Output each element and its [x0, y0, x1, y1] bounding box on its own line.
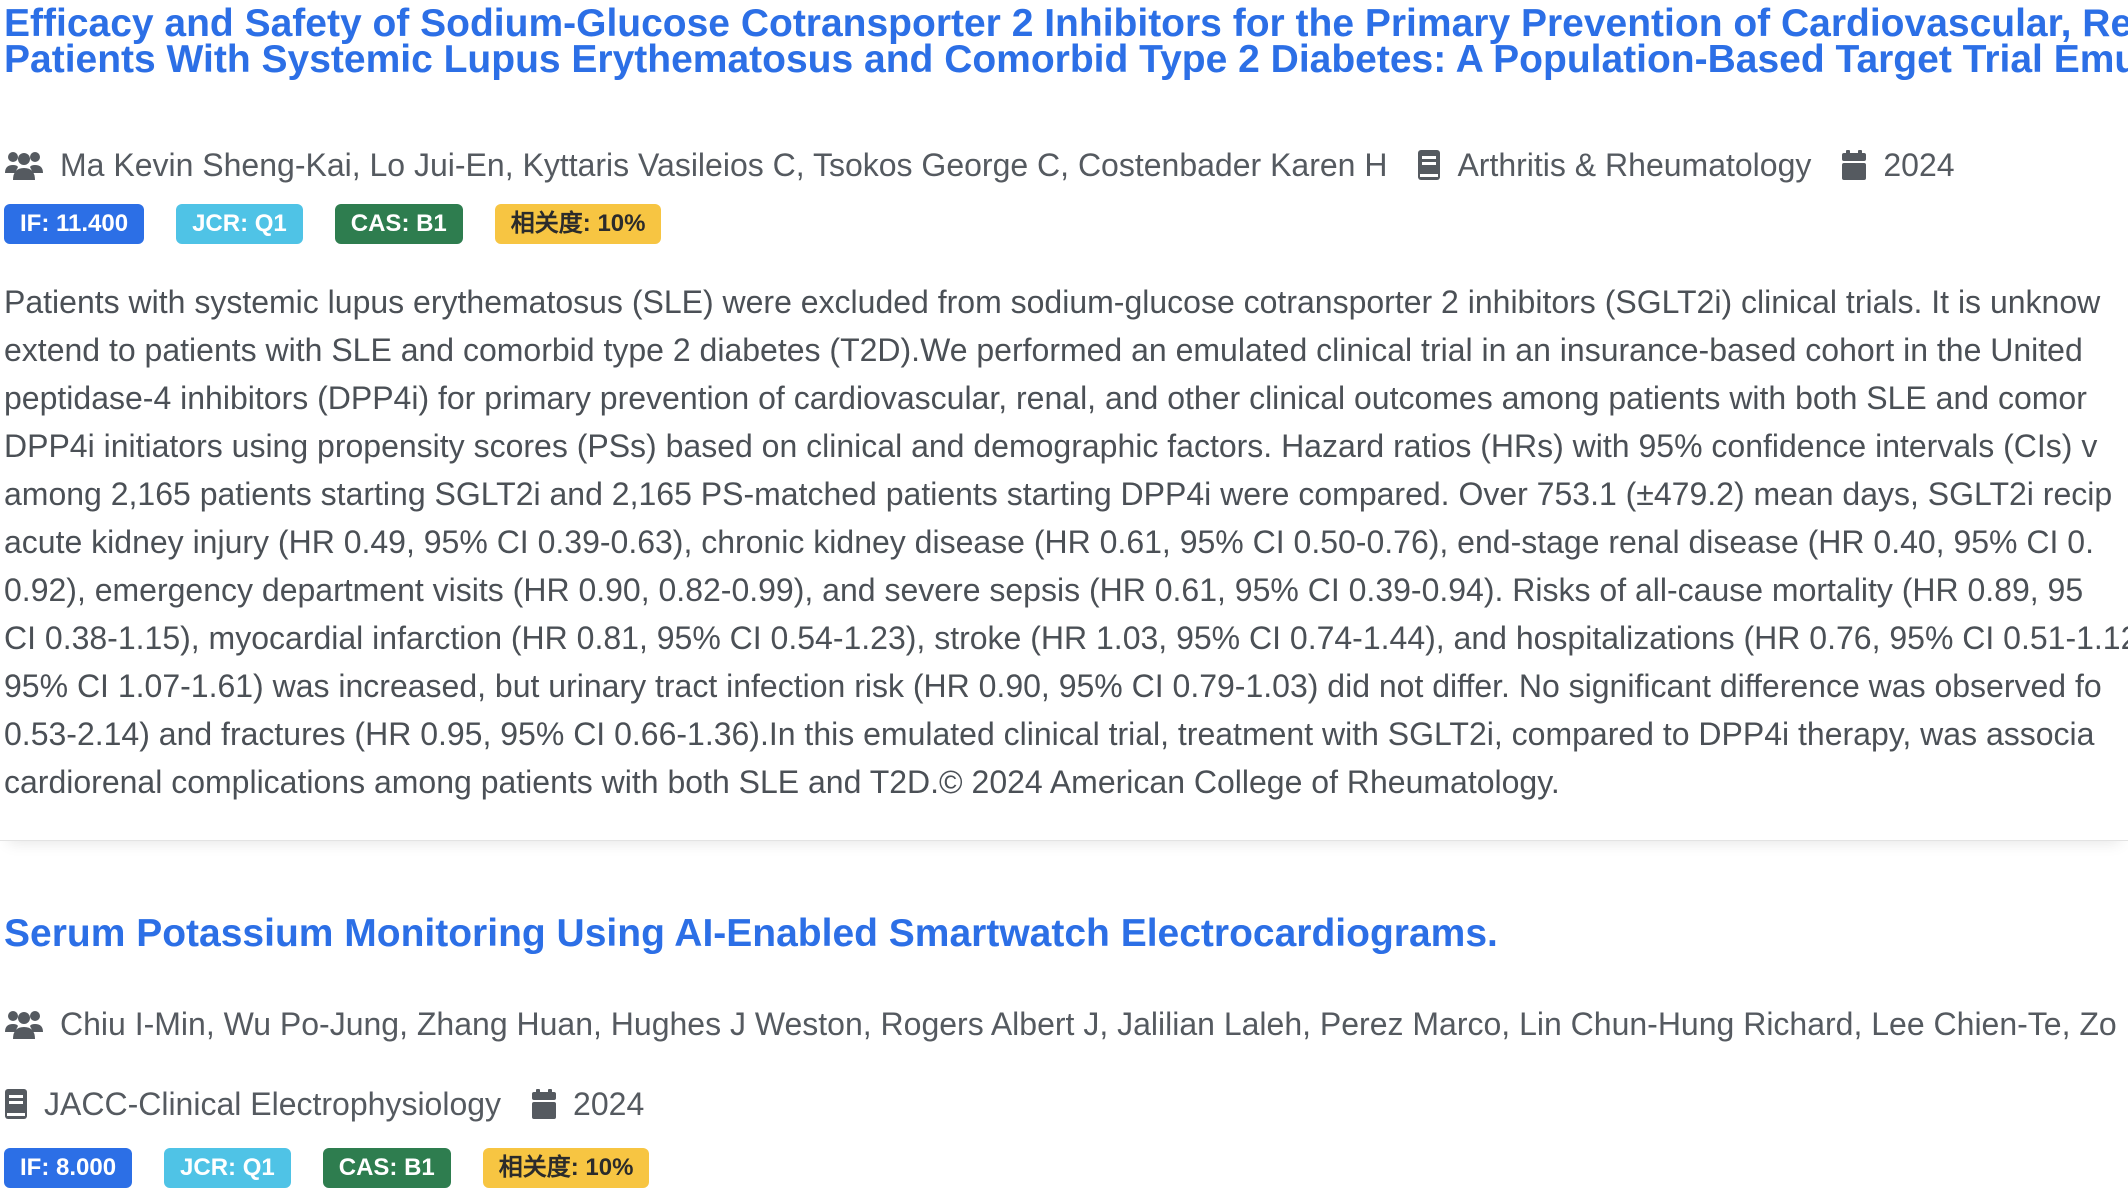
users-icon	[5, 152, 43, 180]
article-meta: Ma Kevin Sheng-Kai, Lo Jui-En, Kyttaris …	[4, 143, 1985, 187]
journal-name: JACC-Clinical Electrophysiology	[44, 1085, 502, 1122]
article-meta: JACC-Clinical Electrophysiology 2024	[4, 1082, 674, 1126]
abstract-line: extend to patients with SLE and comorbid…	[4, 332, 2083, 368]
book-icon	[1418, 150, 1441, 180]
abstract-line: CI 0.38-1.15), myocardial infarction (HR…	[4, 620, 2128, 656]
metrics-badges: IF: 8.000 JCR: Q1 CAS: B1 相关度: 10%	[4, 1148, 681, 1188]
article-card: Serum Potassium Monitoring Using AI-Enab…	[0, 876, 2128, 1192]
jcr-badge: JCR: Q1	[164, 1148, 291, 1188]
article-title-line-2[interactable]: Patients With Systemic Lupus Erythematos…	[4, 36, 2128, 84]
article-title[interactable]: Serum Potassium Monitoring Using AI-Enab…	[4, 910, 1498, 958]
abstract-line: acute kidney injury (HR 0.49, 95% CI 0.3…	[4, 524, 2094, 560]
calendar-icon	[1842, 150, 1867, 180]
jcr-badge: JCR: Q1	[176, 204, 303, 244]
abstract-line: 0.53-2.14) and fractures (HR 0.95, 95% C…	[4, 716, 2095, 752]
article-card: Efficacy and Safety of Sodium-Glucose Co…	[0, 0, 2128, 841]
authors-text: Chiu I-Min, Wu Po-Jung, Zhang Huan, Hugh…	[60, 1005, 2117, 1042]
abstract-line: 0.92), emergency department visits (HR 0…	[4, 572, 2084, 608]
authors-text: Ma Kevin Sheng-Kai, Lo Jui-En, Kyttaris …	[60, 146, 1388, 183]
year-text: 2024	[573, 1085, 645, 1122]
abstract-line: 95% CI 1.07-1.61) was increased, but uri…	[4, 668, 2102, 704]
year: 2024	[1841, 146, 1955, 184]
impact-factor-badge: IF: 8.000	[4, 1148, 133, 1188]
relevance-badge: 相关度: 10%	[482, 1148, 650, 1188]
cas-badge: CAS: B1	[322, 1148, 451, 1188]
journal-name: Arthritis & Rheumatology	[1457, 146, 1812, 183]
abstract-line: Patients with systemic lupus erythematos…	[4, 284, 2101, 320]
abstract-line: peptidase-4 inhibitors (DPP4i) for prima…	[4, 380, 2087, 416]
journal: JACC-Clinical Electrophysiology	[4, 1086, 501, 1123]
impact-factor-badge: IF: 11.400	[4, 204, 145, 244]
authors: Ma Kevin Sheng-Kai, Lo Jui-En, Kyttaris …	[4, 147, 1387, 184]
results-list: Efficacy and Safety of Sodium-Glucose Co…	[0, 0, 2128, 1192]
abstract-line: DPP4i initiators using propensity scores…	[4, 428, 2098, 464]
year: 2024	[531, 1086, 644, 1123]
abstract-line: among 2,165 patients starting SGLT2i and…	[4, 476, 2113, 512]
abstract-line: cardiorenal complications among patients…	[4, 764, 1560, 800]
article-authors-row: Chiu I-Min, Wu Po-Jung, Zhang Huan, Hugh…	[4, 1002, 2128, 1046]
year-text: 2024	[1883, 146, 1955, 183]
calendar-icon	[532, 1089, 557, 1119]
journal: Arthritis & Rheumatology	[1417, 147, 1811, 184]
book-icon	[5, 1089, 27, 1119]
users-icon	[5, 1011, 43, 1039]
metrics-badges: IF: 11.400 JCR: Q1 CAS: B1 相关度: 10%	[4, 204, 693, 244]
abstract: Patients with systemic lupus erythematos…	[4, 278, 2128, 806]
authors: Chiu I-Min, Wu Po-Jung, Zhang Huan, Hugh…	[4, 1006, 2117, 1043]
relevance-badge: 相关度: 10%	[494, 204, 662, 244]
cas-badge: CAS: B1	[334, 204, 463, 244]
